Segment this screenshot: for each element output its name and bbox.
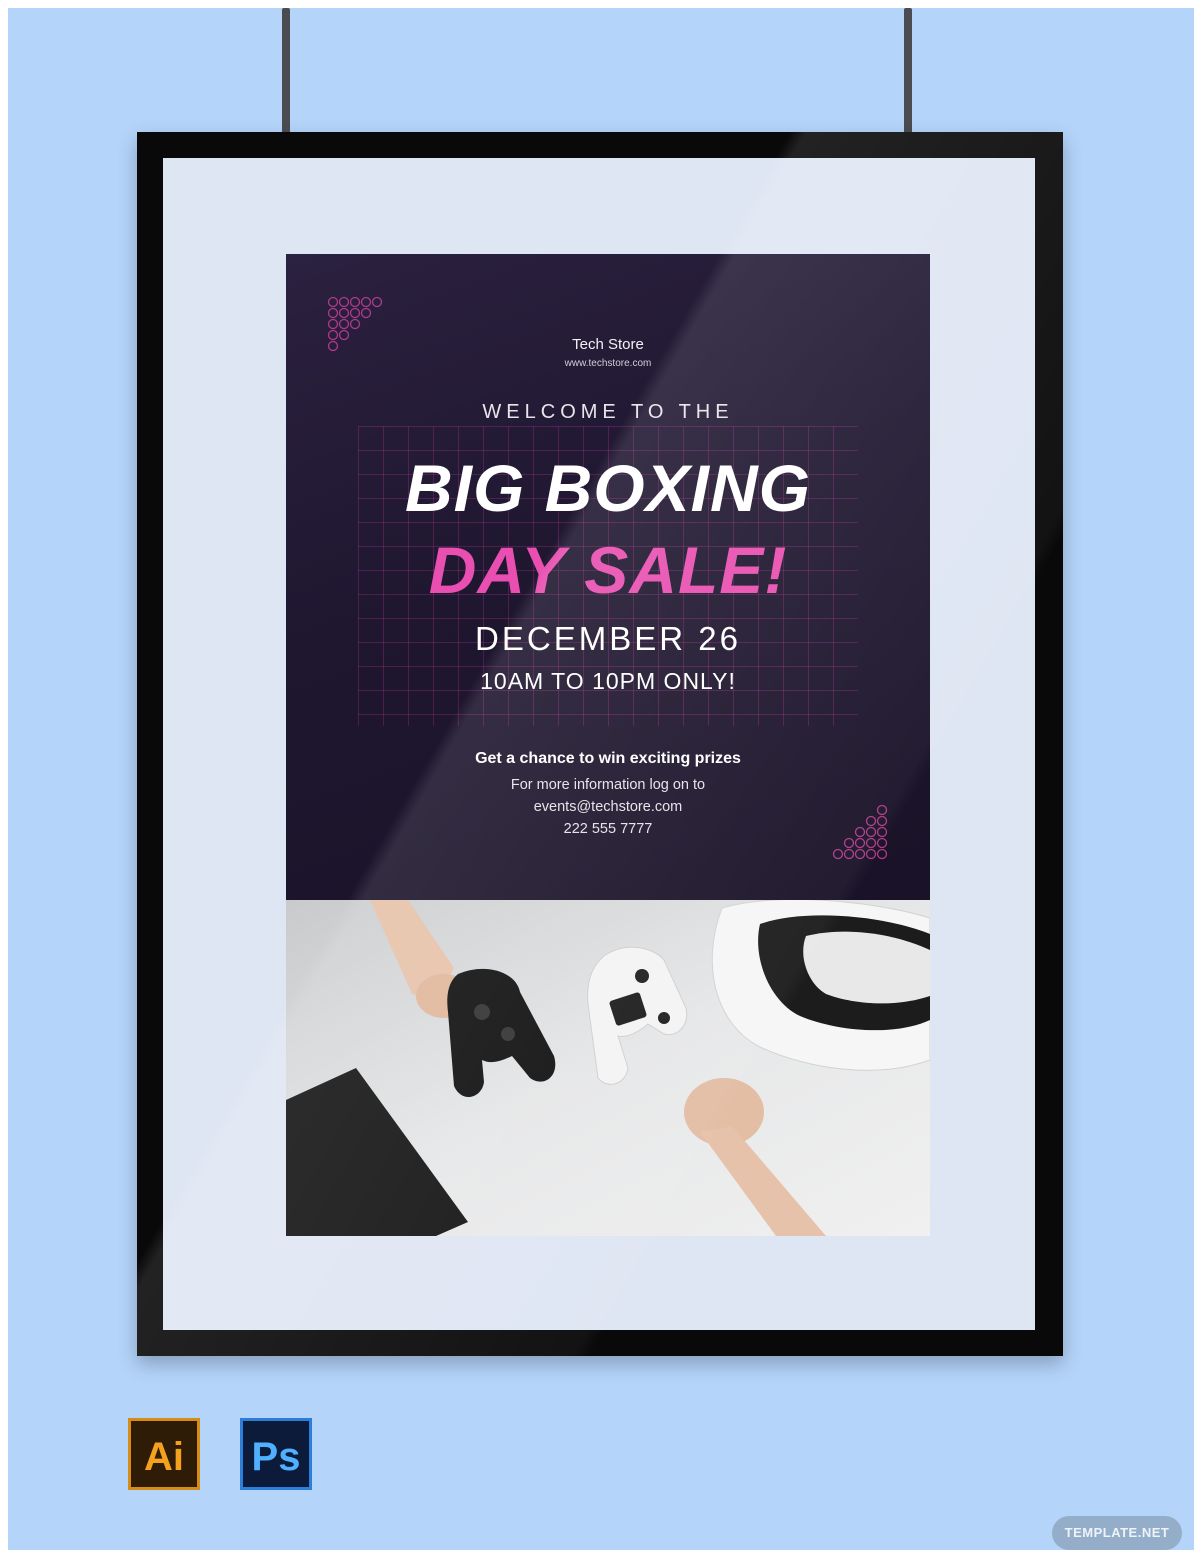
hanging-wire-right [904, 8, 912, 134]
headline-line-2: DAY SALE! [428, 533, 788, 607]
template-net-watermark: TEMPLATE.NET [1052, 1516, 1182, 1550]
prize-text: Get a chance to win exciting prizes [475, 750, 741, 767]
event-time: 10AM TO 10PM ONLY! [480, 668, 736, 694]
illustrator-icon: Ai [128, 1418, 200, 1490]
event-date: DECEMBER 26 [475, 620, 741, 657]
photoshop-icon: Ps [240, 1418, 312, 1490]
poster-dark-panel: Tech Store www.techstore.com WELCOME TO … [286, 254, 930, 900]
poster: Tech Store www.techstore.com WELCOME TO … [286, 254, 930, 1236]
store-url: www.techstore.com [564, 358, 652, 369]
gaming-controllers-photo [286, 900, 930, 1236]
info-line: For more information log on to [510, 777, 706, 793]
hanging-wire-left [282, 8, 290, 134]
headline-line-1: BIG BOXING [404, 451, 812, 525]
phone-text: 222 555 7777 [563, 821, 653, 837]
email-text: events@techstore.com [533, 799, 683, 815]
store-name: Tech Store [572, 336, 644, 353]
welcome-text: WELCOME TO THE [482, 401, 734, 423]
